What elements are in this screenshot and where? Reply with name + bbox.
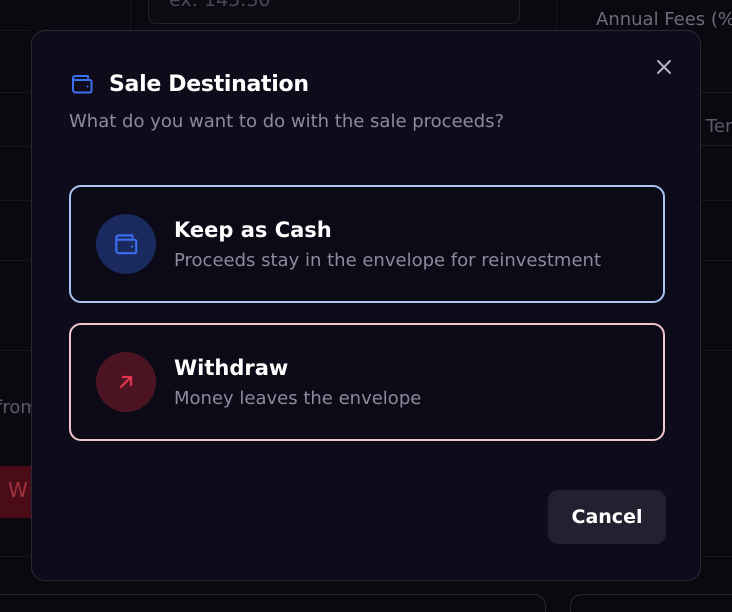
sale-destination-dialog: Sale Destination What do you want to do … xyxy=(31,30,701,581)
background-divider xyxy=(0,200,31,201)
background-divider xyxy=(700,260,732,261)
background-divider xyxy=(0,30,31,31)
background-divider xyxy=(556,0,557,30)
background-panel xyxy=(570,594,732,612)
arrow-up-right-icon xyxy=(119,375,133,389)
withdraw-icon-circle xyxy=(96,352,156,412)
close-icon xyxy=(657,60,671,74)
background-price-input[interactable]: ex: 145.30 xyxy=(148,0,520,24)
background-button-label: W xyxy=(8,478,28,502)
keep-as-cash-description: Proceeds stay in the envelope for reinve… xyxy=(174,249,601,271)
close-button[interactable] xyxy=(652,55,676,79)
background-divider xyxy=(130,0,131,30)
withdraw-title: Withdraw xyxy=(174,355,289,380)
cancel-button[interactable]: Cancel xyxy=(548,490,666,544)
background-divider xyxy=(0,92,31,93)
background-ter-label: Ter xyxy=(706,116,732,137)
background-annual-fees-label: Annual Fees (% xyxy=(596,9,732,30)
dialog-title: Sale Destination xyxy=(109,71,309,97)
keep-as-cash-option[interactable]: Keep as Cash Proceeds stay in the envelo… xyxy=(69,185,665,303)
keep-as-cash-icon-circle xyxy=(96,214,156,274)
background-divider xyxy=(700,200,732,201)
background-panel xyxy=(0,594,546,612)
background-input-placeholder: ex: 145.30 xyxy=(169,0,271,11)
background-divider xyxy=(700,350,732,351)
withdraw-description: Money leaves the envelope xyxy=(174,387,422,409)
background-divider xyxy=(0,146,31,147)
dialog-header: Sale Destination xyxy=(69,69,309,99)
wallet-icon xyxy=(69,71,95,97)
keep-as-cash-title: Keep as Cash xyxy=(174,217,332,242)
wallet-icon xyxy=(115,234,138,255)
dialog-subtitle: What do you want to do with the sale pro… xyxy=(69,111,505,132)
background-divider xyxy=(0,350,31,351)
withdraw-option[interactable]: Withdraw Money leaves the envelope xyxy=(69,323,665,441)
background-divider xyxy=(0,260,31,261)
